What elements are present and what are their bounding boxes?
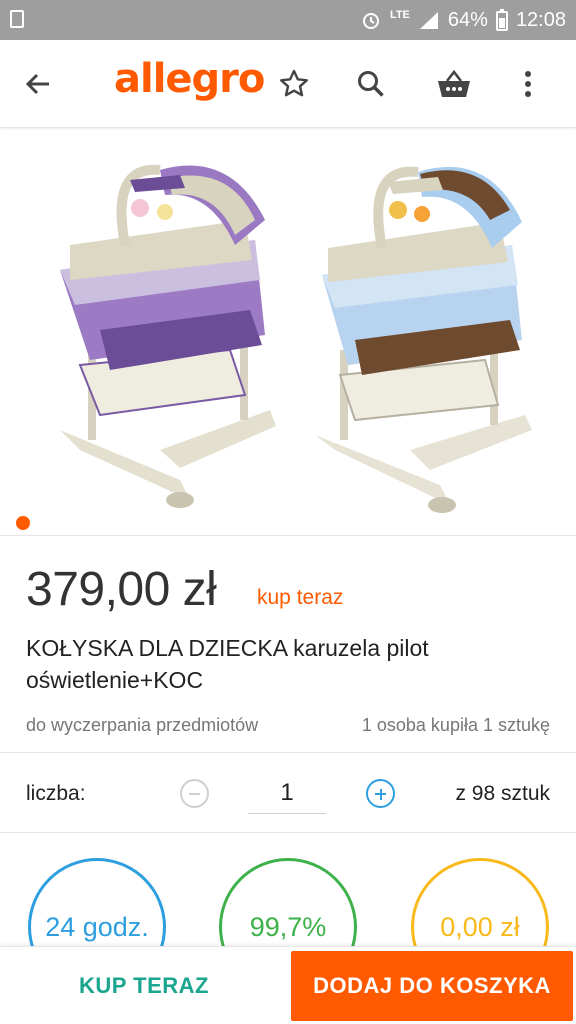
quantity-label: liczba: — [26, 782, 86, 805]
product-image-gallery[interactable] — [0, 130, 576, 535]
search-button[interactable] — [349, 62, 393, 106]
quantity-increase-button[interactable] — [366, 779, 395, 808]
status-bar: LTE 64% 12:08 — [0, 0, 576, 40]
signal-icon — [419, 12, 438, 29]
quantity-available: z 98 sztuk — [455, 782, 550, 805]
shipping-time-value: 24 godz. — [45, 911, 149, 942]
sold-info[interactable]: 1 osoba kupiła 1 sztukę — [362, 715, 550, 736]
battery-percent: 64% — [447, 8, 488, 31]
alarm-icon — [362, 13, 379, 29]
app-bar: allegro — [0, 40, 576, 128]
price: 379,00 zł — [26, 563, 217, 616]
more-vertical-icon — [525, 71, 531, 97]
divider — [0, 832, 576, 833]
back-button[interactable] — [16, 62, 60, 106]
clock: 12:08 — [515, 8, 566, 31]
add-to-cart-button[interactable]: DODAJ DO KOSZYKA — [291, 951, 573, 1021]
gallery-page-indicator[interactable] — [16, 516, 30, 530]
star-icon — [280, 69, 308, 97]
cradle-purple-image — [60, 164, 276, 508]
network-type: LTE — [389, 9, 410, 21]
basket-button[interactable] — [432, 62, 476, 106]
divider — [0, 752, 576, 753]
status-right: LTE 64% 12:08 — [360, 7, 566, 33]
more-button[interactable] — [506, 62, 550, 106]
search-icon — [358, 71, 384, 97]
battery-icon — [495, 9, 508, 31]
back-arrow-icon — [25, 73, 49, 95]
recycle-notification-icon — [10, 10, 24, 28]
quantity-input[interactable]: 1 — [248, 774, 326, 814]
basket-icon — [438, 69, 470, 97]
delivery-cost-value: 0,00 zł — [440, 911, 520, 942]
quantity-decrease-button[interactable] — [180, 779, 209, 808]
cradle-blue-image — [315, 166, 532, 513]
divider — [0, 535, 576, 536]
product-title: KOŁYSKA DLA DZIECKA karuzela pilot oświe… — [26, 635, 429, 693]
favorite-button[interactable] — [272, 62, 316, 106]
buy-now-button[interactable]: KUP TERAZ — [0, 947, 288, 1024]
seller-rating-value: 99,7% — [249, 911, 327, 942]
buy-now-tag: kup teraz — [257, 586, 344, 609]
allegro-logo[interactable]: allegro — [114, 56, 265, 102]
availability-text: do wyczerpania przedmiotów — [26, 715, 259, 735]
bottom-action-bar: KUP TERAZ DODAJ DO KOSZYKA — [0, 946, 576, 1024]
